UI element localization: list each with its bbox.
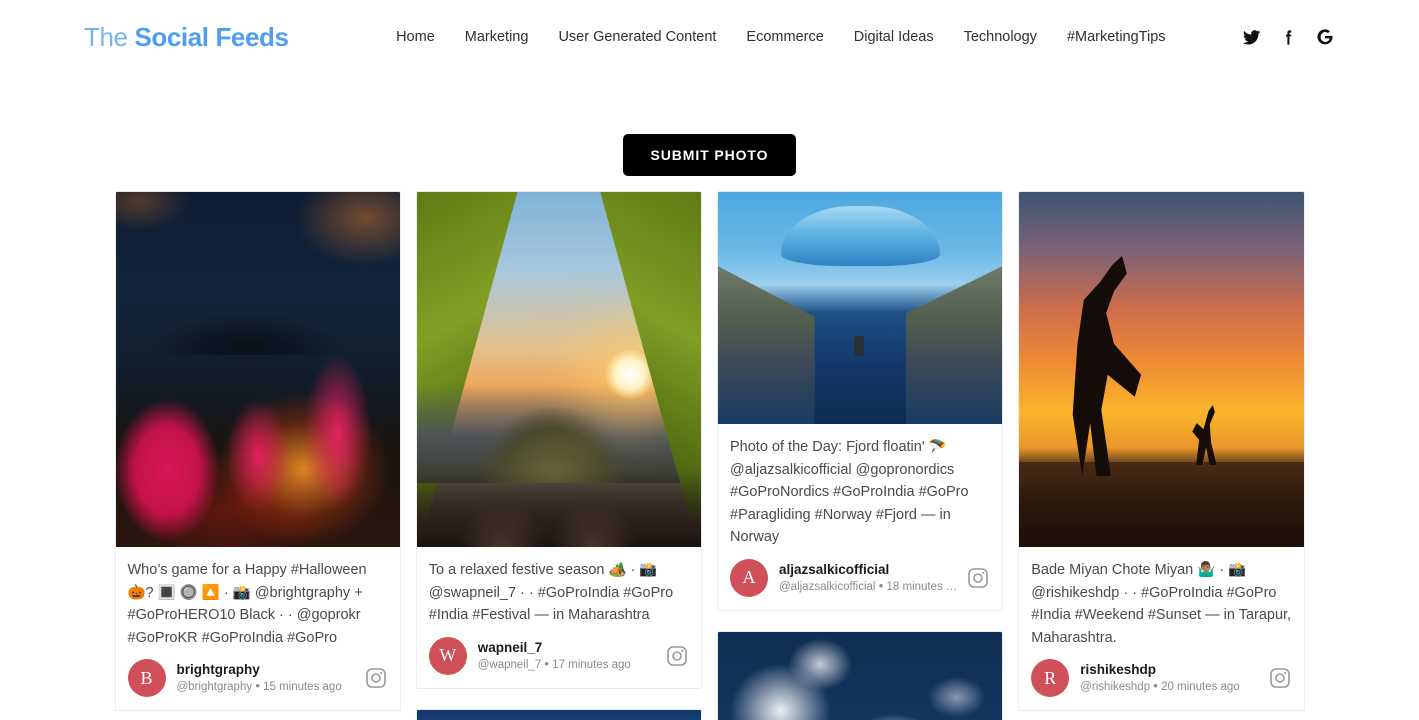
card-meta: aljazsalkicofficial @aljazsalkicofficial…: [779, 561, 960, 595]
main-navigation: Home Marketing User Generated Content Ec…: [349, 29, 1213, 45]
card-timestamp: 15 minutes ago: [263, 681, 342, 693]
card-timestamp: 17 minutes ago: [552, 658, 631, 671]
card-username[interactable]: rishikeshdp: [1080, 661, 1261, 678]
nav-item-technology[interactable]: Technology: [964, 29, 1037, 45]
card-timestamp: 20 minutes ago: [1161, 681, 1240, 693]
avatar: B: [127, 659, 166, 697]
card-submeta: @aljazsalkicofficial • 18 minutes ago: [779, 578, 960, 595]
nav-item-home[interactable]: Home: [396, 29, 435, 45]
card-handle: @brightgraphy: [176, 681, 253, 693]
beach-ground: [1019, 461, 1304, 547]
google-icon[interactable]: [1315, 27, 1335, 47]
card-photo-tent-sunrise-mountains[interactable]: [416, 192, 701, 547]
card-photo-blue-sky-clouds-ice-partial[interactable]: [718, 631, 1003, 720]
card-submeta: @wapneil_7 • 17 minutes ago: [478, 656, 659, 673]
instagram-icon[interactable]: [364, 666, 388, 690]
card-photo-sunset-silhouettes-forced-perspective[interactable]: [1019, 192, 1304, 547]
feed-card[interactable]: [717, 630, 1004, 720]
logo-text-social-feeds: Social Feeds: [134, 21, 289, 52]
avatar: A: [730, 558, 768, 597]
card-body: To a relaxed festive season 🏕️ · 📸 @swap…: [417, 547, 701, 627]
card-submeta: @rishikeshdp • 20 minutes ago: [1080, 678, 1261, 695]
card-footer: R rishikeshdp @rishikeshdp • 20 minutes …: [1019, 649, 1303, 710]
social-feed-grid: Who’s game for a Happy #Halloween 🎃? 🔳 🔘…: [114, 191, 1305, 720]
card-separator: •: [255, 678, 260, 693]
site-logo[interactable]: The Social Feeds: [84, 22, 289, 53]
card-body: Bade Miyan Chote Miyan 🤷🏽‍♂️ · 📸 @rishik…: [1019, 547, 1303, 649]
cliff-left: [718, 266, 815, 424]
silhouette-large-person: [1072, 255, 1142, 476]
feed-card[interactable]: Bade Miyan Chote Miyan 🤷🏽‍♂️ · 📸 @rishik…: [1018, 191, 1305, 711]
nav-item-user-generated-content[interactable]: User Generated Content: [558, 29, 716, 45]
card-meta: wapneil_7 @wapneil_7 • 17 minutes ago: [478, 639, 659, 673]
card-body: Who’s game for a Happy #Halloween 🎃? 🔳 🔘…: [116, 547, 400, 649]
card-meta: brightgraphy @brightgraphy • 15 minutes …: [177, 661, 358, 695]
card-handle: @wapneil_7: [477, 658, 542, 671]
card-caption: To a relaxed festive season 🏕️ · 📸 @swap…: [428, 562, 674, 623]
card-handle: @aljazsalkicofficial: [779, 580, 876, 593]
submit-photo-section: SUBMIT PHOTO: [0, 74, 1419, 176]
card-username[interactable]: brightgraphy: [177, 661, 358, 678]
card-caption: Bade Miyan Chote Miyan 🤷🏽‍♂️ · 📸 @rishik…: [1031, 562, 1292, 646]
card-body: Photo of the Day: Fjord floatin' 🪂 @alja…: [718, 424, 1002, 549]
card-timestamp: 18 minutes ago: [886, 580, 961, 593]
card-username[interactable]: wapneil_7: [478, 639, 659, 656]
card-footer: A aljazsalkicofficial @aljazsalkicoffici…: [718, 549, 1002, 610]
card-submeta: @brightgraphy • 15 minutes ago: [177, 678, 358, 695]
nav-item-digital-ideas[interactable]: Digital Ideas: [854, 29, 934, 45]
feed-card[interactable]: Who’s game for a Happy #Halloween 🎃? 🔳 🔘…: [114, 191, 401, 711]
nav-item-ecommerce[interactable]: Ecommerce: [746, 29, 823, 45]
nav-item-marketing-tips[interactable]: #MarketingTips: [1067, 29, 1166, 45]
feed-card[interactable]: To a relaxed festive season 🏕️ · 📸 @swap…: [415, 191, 702, 689]
facebook-icon[interactable]: [1278, 27, 1298, 47]
legs-foreground: [416, 468, 701, 547]
cliff-right: [905, 266, 1003, 424]
card-separator: •: [1153, 678, 1158, 693]
site-header: The Social Feeds Home Marketing User Gen…: [0, 0, 1419, 74]
avatar: W: [428, 636, 467, 675]
feed-card[interactable]: Photo of the Day: Fjord floatin' 🪂 @alja…: [717, 191, 1004, 611]
paraglider-pilot: [854, 335, 865, 356]
card-photo-deep-blue-water-partial[interactable]: [416, 709, 701, 720]
social-links: [1241, 27, 1335, 47]
paraglider-canopy: [780, 205, 940, 267]
instagram-icon[interactable]: [966, 566, 990, 590]
card-separator: •: [878, 577, 884, 593]
feed-card[interactable]: [415, 708, 702, 720]
card-footer: B brightgraphy @brightgraphy • 15 minute…: [116, 649, 400, 710]
logo-text-the: The: [84, 21, 135, 52]
card-photo-halloween-squid-game-campfire[interactable]: [115, 192, 400, 547]
card-footer: W wapneil_7 @wapneil_7 • 17 minutes ago: [417, 627, 701, 688]
instagram-icon[interactable]: [1268, 666, 1292, 690]
silhouette-small-person: [1192, 405, 1217, 466]
card-caption: Who’s game for a Happy #Halloween 🎃? 🔳 🔘…: [127, 562, 367, 646]
card-separator: •: [544, 655, 549, 671]
card-username[interactable]: aljazsalkicofficial: [779, 561, 960, 578]
nav-item-marketing[interactable]: Marketing: [465, 29, 529, 45]
submit-photo-button[interactable]: SUBMIT PHOTO: [622, 134, 797, 176]
card-photo-fjord-paraglider-norway[interactable]: [718, 192, 1003, 424]
card-handle: @rishikeshdp: [1080, 681, 1151, 693]
card-meta: rishikeshdp @rishikeshdp • 20 minutes ag…: [1080, 661, 1261, 695]
twitter-icon[interactable]: [1241, 27, 1261, 47]
avatar: R: [1031, 659, 1070, 697]
card-caption: Photo of the Day: Fjord floatin' 🪂 @alja…: [730, 439, 969, 545]
instagram-icon[interactable]: [665, 644, 689, 668]
